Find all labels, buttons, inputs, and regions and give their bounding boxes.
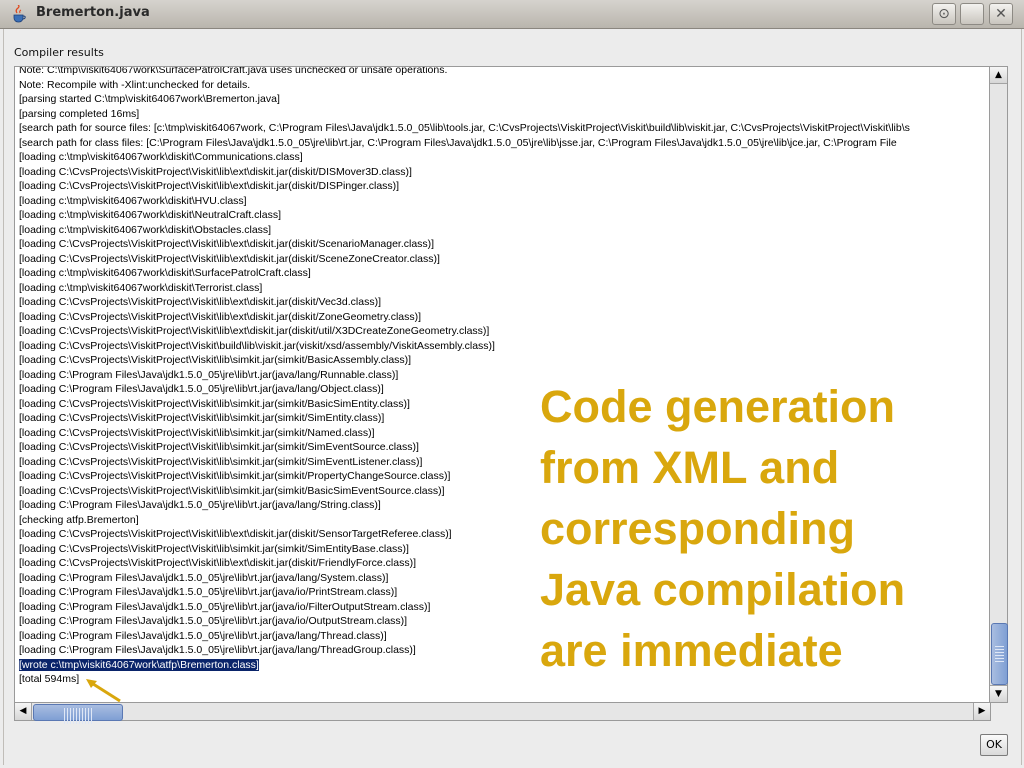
log-line: [loading c:\tmp\viskit64067work\diskit\N… bbox=[19, 209, 282, 221]
restore-button[interactable]: ⊙ bbox=[932, 3, 956, 25]
restore-icon: ⊙ bbox=[938, 6, 950, 22]
ok-button[interactable]: OK bbox=[980, 734, 1008, 756]
caption-line: from XML and bbox=[540, 442, 840, 493]
log-line: [search path for class files: [C:\Progra… bbox=[19, 136, 897, 149]
log-line: Note: Recompile with -Xlint:unchecked fo… bbox=[19, 78, 251, 91]
log-line: [loading c:\tmp\viskit64067work\diskit\H… bbox=[19, 194, 247, 207]
log-line: [search path for source files: [c:\tmp\v… bbox=[19, 122, 910, 134]
pointer-arrow-icon bbox=[86, 679, 121, 703]
scroll-left-button[interactable]: ◀ bbox=[15, 703, 32, 720]
vertical-scroll-thumb[interactable] bbox=[991, 623, 1008, 685]
log-line: Note: C:\tmp\viskit64067work\SurfacePatr… bbox=[19, 66, 448, 76]
arrow-right-icon: ▶ bbox=[978, 706, 986, 716]
caption-line: Java compilation bbox=[540, 564, 906, 615]
java-cup-icon bbox=[13, 5, 26, 23]
log-line: [parsing started C:\tmp\viskit64067work\… bbox=[19, 93, 280, 105]
scroll-up-button[interactable]: ▲ bbox=[990, 67, 1007, 84]
log-line: [loading C:\CvsProjects\ViskitProject\Vi… bbox=[19, 238, 435, 250]
scroll-down-button[interactable]: ▼ bbox=[990, 685, 1007, 702]
log-line: [loading c:\tmp\viskit64067work\diskit\O… bbox=[19, 223, 272, 236]
log-line: [loading C:\CvsProjects\ViskitProject\Vi… bbox=[19, 310, 422, 323]
close-icon: ✕ bbox=[995, 6, 1007, 22]
caption-line: corresponding bbox=[540, 503, 856, 554]
log-line: [loading C:\CvsProjects\ViskitProject\Vi… bbox=[19, 354, 412, 366]
log-line: [loading c:\tmp\viskit64067work\diskit\T… bbox=[19, 281, 263, 294]
caption-line: are immediate bbox=[540, 625, 843, 676]
caption-line: Code generation bbox=[540, 381, 896, 432]
horizontal-scroll-thumb[interactable] bbox=[33, 704, 123, 724]
log-line: [loading C:\CvsProjects\ViskitProject\Vi… bbox=[19, 339, 495, 352]
selected-text: [wrote c:\tmp\viskit64067work\atfp\Breme… bbox=[19, 658, 259, 671]
log-line: [loading C:\CvsProjects\ViskitProject\Vi… bbox=[19, 325, 490, 337]
log-line: [loading C:\CvsProjects\ViskitProject\Vi… bbox=[19, 180, 400, 192]
log-line: [parsing completed 16ms] bbox=[19, 107, 140, 120]
horizontal-scrollbar[interactable]: ◀ ▶ bbox=[14, 702, 991, 724]
maximize-button[interactable] bbox=[960, 3, 984, 25]
log-line: [loading c:\tmp\viskit64067work\diskit\S… bbox=[19, 267, 311, 279]
window-title: Bremerton.java bbox=[36, 5, 150, 20]
arrow-left-icon: ◀ bbox=[19, 706, 27, 716]
vertical-scrollbar[interactable]: ▲ ▼ bbox=[989, 66, 1008, 703]
log-line: [loading c:\tmp\viskit64067work\diskit\C… bbox=[19, 151, 303, 163]
compiler-results-label: Compiler results bbox=[14, 46, 104, 59]
grip-icon bbox=[64, 708, 92, 724]
close-button[interactable]: ✕ bbox=[989, 3, 1013, 25]
log-line: [loading C:\CvsProjects\ViskitProject\Vi… bbox=[19, 296, 381, 308]
scroll-right-button[interactable]: ▶ bbox=[973, 703, 990, 720]
log-line: [loading C:\CvsProjects\ViskitProject\Vi… bbox=[19, 165, 412, 178]
arrow-down-icon: ▼ bbox=[995, 689, 1002, 699]
log-line: [loading C:\CvsProjects\ViskitProject\Vi… bbox=[19, 252, 440, 265]
arrow-up-icon: ▲ bbox=[995, 70, 1002, 80]
grip-icon bbox=[995, 646, 1004, 662]
overlay-caption: Code generation from XML and corresponding… bbox=[540, 376, 980, 681]
title-bar[interactable]: Bremerton.java ⊙ ✕ bbox=[0, 0, 1024, 29]
